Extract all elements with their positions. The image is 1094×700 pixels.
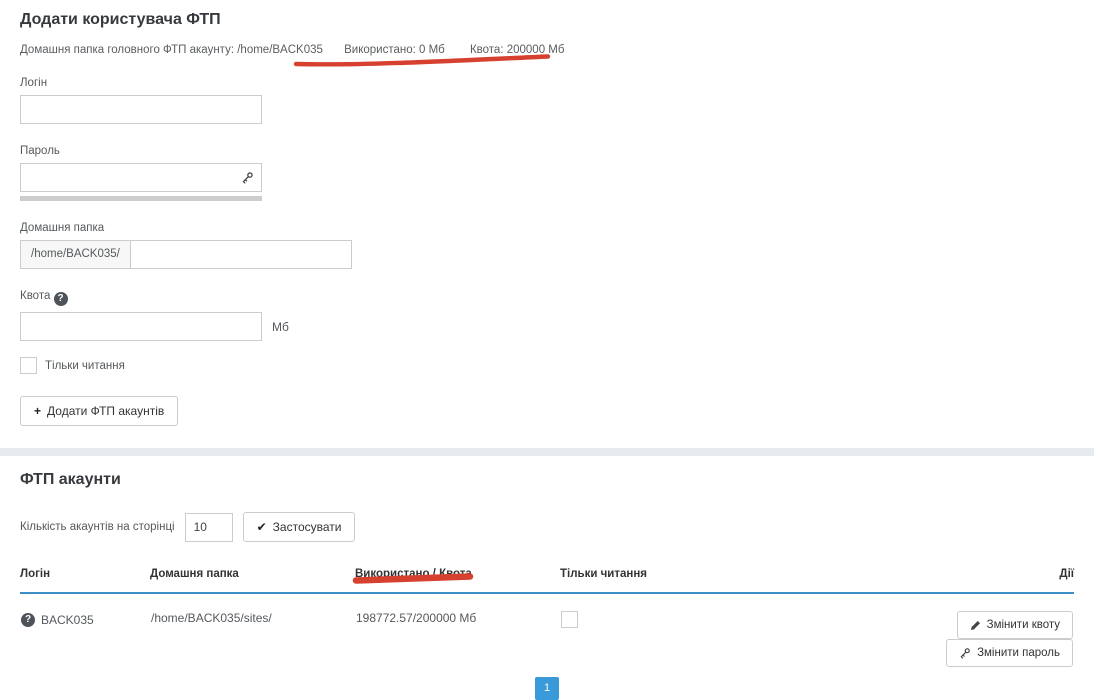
summary-home-label: Домашня папка головного ФТП акаунту: <box>20 44 234 56</box>
account-help-icon[interactable]: ? <box>21 613 35 627</box>
password-input[interactable] <box>20 163 262 192</box>
password-strength-bar <box>20 196 262 201</box>
login-label: Логін <box>20 77 1074 89</box>
per-page-input[interactable] <box>185 513 233 542</box>
per-page-label: Кількість акаунтів на сторінці <box>20 521 175 533</box>
col-header-actions: Дії <box>860 568 1074 593</box>
col-header-readonly: Тільки читання <box>560 568 860 593</box>
check-icon: ✔ <box>257 520 267 534</box>
apply-button[interactable]: ✔ Застосувати <box>243 512 356 542</box>
home-folder-field-group: Домашня папка /home/BACK035/ <box>20 222 1074 269</box>
login-input[interactable] <box>20 95 262 124</box>
quota-help-icon[interactable]: ? <box>54 292 68 306</box>
summary-used: Використано: 0 Мб <box>344 44 445 56</box>
summary-home-value: /home/BACK035 <box>237 44 323 56</box>
pagination: 1 <box>20 677 1074 700</box>
change-quota-button[interactable]: Змінити квоту <box>957 611 1073 639</box>
pagination-page-1[interactable]: 1 <box>535 677 559 700</box>
add-ftp-user-section: Додати користувача ФТП Домашня папка гол… <box>0 0 1094 426</box>
pencil-icon <box>970 620 981 631</box>
home-folder-input[interactable] <box>130 240 352 269</box>
key-icon <box>959 647 971 659</box>
account-summary: Домашня папка головного ФТП акаунту: /ho… <box>20 44 1074 56</box>
summary-quota: Квота: 200000 Мб <box>470 44 564 56</box>
section-divider <box>0 448 1094 456</box>
home-folder-prefix: /home/BACK035/ <box>20 240 131 269</box>
account-home-folder: /home/BACK035/sites/ <box>150 593 355 668</box>
home-folder-label: Домашня папка <box>20 222 1074 234</box>
readonly-checkbox-group: Тільки читання <box>20 357 1074 374</box>
quota-field-group: Квота ? Мб <box>20 290 1074 341</box>
password-label: Пароль <box>20 145 1074 157</box>
login-field-group: Логін <box>20 77 1074 124</box>
ftp-accounts-section: ФТП акаунти Кількість акаунтів на сторін… <box>0 456 1094 700</box>
table-header-row: Логін Домашня папка Використано / Квота … <box>20 568 1074 593</box>
generate-password-key-icon[interactable] <box>241 171 254 189</box>
ftp-users-page: { "icons": { "help_glyph": "?", "plus_gl… <box>0 0 1094 607</box>
readonly-label: Тільки читання <box>45 360 125 372</box>
col-header-login: Логін <box>20 568 150 593</box>
ftp-accounts-table: Логін Домашня папка Використано / Квота … <box>20 568 1074 668</box>
readonly-checkbox[interactable] <box>20 357 37 374</box>
page-title: Додати користувача ФТП <box>20 10 1074 30</box>
quota-input[interactable] <box>20 312 262 341</box>
quota-unit-label: Мб <box>272 320 289 334</box>
quota-label: Квота ? <box>20 290 1074 306</box>
add-ftp-accounts-button[interactable]: + Додати ФТП акаунтів <box>20 396 178 426</box>
accounts-section-title: ФТП акаунти <box>20 470 1074 490</box>
per-page-controls: Кількість акаунтів на сторінці ✔ Застосу… <box>20 512 1074 542</box>
col-header-home: Домашня папка <box>150 568 355 593</box>
password-field-group: Пароль <box>20 145 1074 201</box>
account-used-quota: 198772.57/200000 Мб <box>355 593 560 668</box>
table-row: ? BACK035 /home/BACK035/sites/ 198772.57… <box>20 593 1074 668</box>
plus-icon: + <box>34 404 41 418</box>
account-login: BACK035 <box>41 613 94 627</box>
col-header-used: Використано / Квота <box>355 568 560 593</box>
change-password-button[interactable]: Змінити пароль <box>946 639 1073 667</box>
account-readonly-checkbox[interactable] <box>561 611 578 628</box>
